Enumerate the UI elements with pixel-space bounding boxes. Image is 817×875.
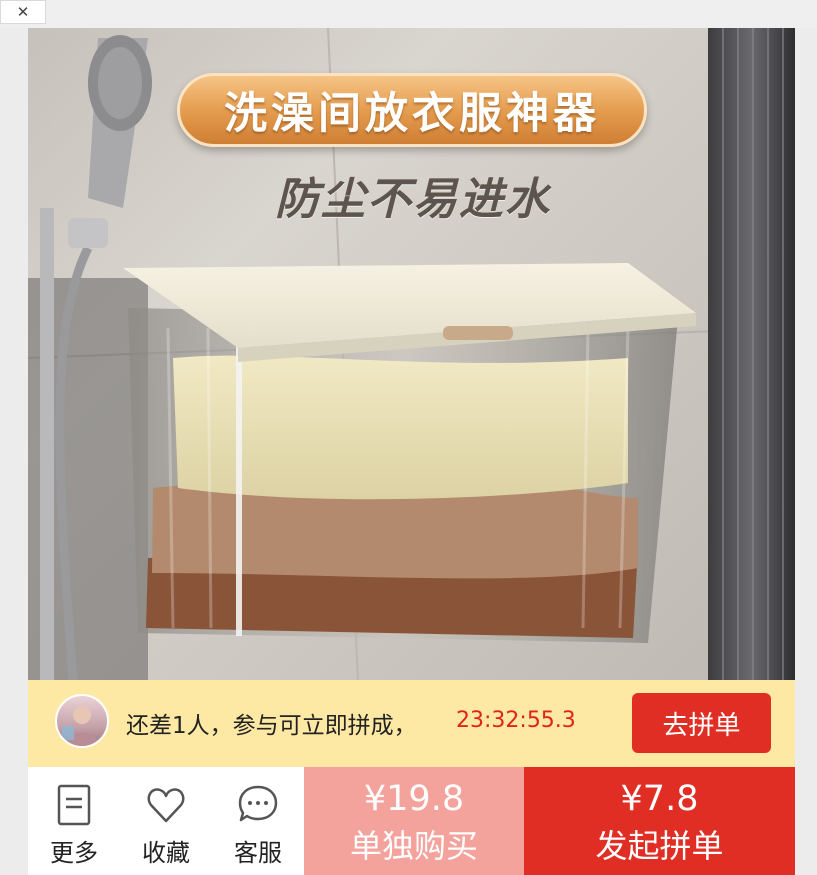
hero-subtitle: 防尘不易进水 <box>275 174 551 225</box>
customer-service-label: 客服 <box>234 839 282 867</box>
window-top-bar: ✕ <box>0 0 817 28</box>
bottom-action-bar: 更多 收藏 客服 ¥19.8 单独购买 ¥7.8 发起拼单 <box>28 767 795 875</box>
heart-icon <box>147 788 185 823</box>
product-hero-image: 洗澡间放衣服神器 防尘不易进水 <box>28 28 795 680</box>
solo-price: ¥19.8 <box>363 779 465 819</box>
solo-label: 单独购买 <box>349 827 478 865</box>
more-label: 更多 <box>50 839 98 867</box>
buy-solo-button[interactable]: ¥19.8 单独购买 <box>304 767 524 875</box>
join-group-button[interactable]: 去拼单 <box>632 693 771 753</box>
customer-service-button[interactable]: 客服 <box>212 767 304 875</box>
hero-title: 洗澡间放衣服神器 <box>177 73 647 147</box>
group-label: 发起拼单 <box>595 827 724 865</box>
product-page: 洗澡间放衣服神器 防尘不易进水 还差1人，参与可立即拼成， 23:32:55.3… <box>28 28 795 875</box>
countdown-timer: 23:32:55.3 <box>456 708 576 733</box>
group-price: ¥7.8 <box>620 779 699 819</box>
favorite-button[interactable]: 收藏 <box>120 767 212 875</box>
start-group-button[interactable]: ¥7.8 发起拼单 <box>524 767 795 875</box>
document-list-icon <box>57 784 91 826</box>
close-icon: ✕ <box>16 3 30 21</box>
group-buy-banner: 还差1人，参与可立即拼成， 23:32:55.3 去拼单 <box>28 680 795 767</box>
chat-bubble-icon <box>238 785 278 822</box>
right-gutter <box>795 28 817 875</box>
more-button[interactable]: 更多 <box>28 767 120 875</box>
close-button[interactable]: ✕ <box>0 0 46 24</box>
favorite-label: 收藏 <box>142 839 190 867</box>
group-buy-message: 还差1人，参与可立即拼成， <box>126 713 417 739</box>
avatar <box>55 694 109 748</box>
